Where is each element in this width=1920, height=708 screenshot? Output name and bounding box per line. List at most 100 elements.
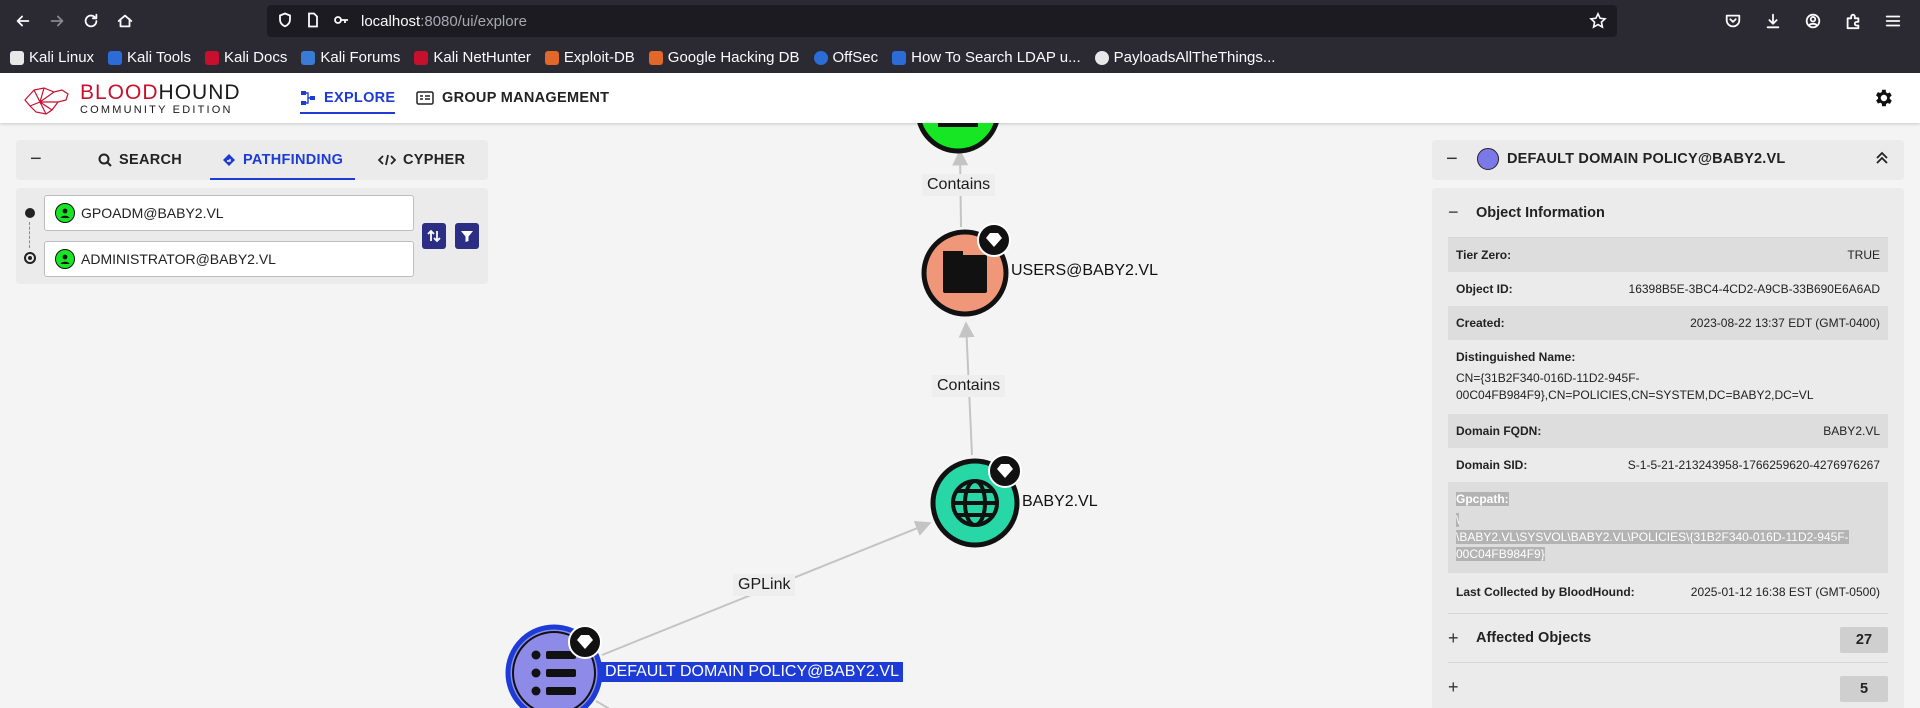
edge-filter-button[interactable] — [455, 223, 479, 249]
row-value-line: 00C04FB984F9} — [1456, 547, 1545, 561]
gpo-node[interactable] — [505, 624, 603, 708]
start-node-input[interactable]: GPOADM@BABY2.VL — [44, 195, 414, 231]
users-node[interactable] — [921, 223, 1011, 317]
tab-cypher-label: CYPHER — [403, 152, 466, 168]
row-key: Object ID: — [1456, 282, 1513, 296]
tab-search[interactable]: SEARCH — [98, 140, 182, 180]
edge-label-contains-top: Contains — [922, 174, 996, 196]
entity-panel: − DEFAULT DOMAIN POLICY@BABY2.VL − Objec… — [1432, 140, 1904, 708]
bookmark-label: OffSec — [832, 49, 879, 66]
expand-plus-icon: + — [1448, 627, 1459, 648]
tab-explore-label: EXPLORE — [324, 90, 396, 106]
tab-pathfinding[interactable]: PATHFINDING — [209, 140, 356, 180]
end-node-input[interactable]: ADMINISTRATOR@BABY2.VL — [44, 241, 414, 277]
key-icon — [333, 12, 351, 30]
gpo-list-icon — [1477, 148, 1499, 170]
bookmark-kali-nethunter[interactable]: Kali NetHunter — [414, 49, 531, 66]
download-icon[interactable] — [1756, 4, 1790, 38]
bookmark-exploit-db[interactable]: Exploit-DB — [544, 49, 635, 66]
bookmark-kali-docs[interactable]: Kali Docs — [204, 49, 287, 66]
row-domain-fqdn: Domain FQDN: BABY2.VL — [1448, 414, 1888, 448]
top-node[interactable] — [917, 123, 999, 154]
next-section-count: 5 — [1840, 676, 1888, 702]
bloodhound-logo[interactable]: BLOODHOUND COMMUNITY EDITION — [22, 79, 242, 119]
bookmark-ldap[interactable]: How To Search LDAP u... — [892, 49, 1081, 66]
kali-forums-icon — [301, 50, 316, 65]
filter-icon — [461, 231, 473, 242]
row-gpcpath: Gpcpath: \ \BABY2.VL\SYSVOL\BABY2.VL\POL… — [1448, 482, 1888, 573]
domain-node[interactable] — [930, 454, 1022, 548]
row-last-collected: Last Collected by BloodHound: 2025-01-12 … — [1448, 573, 1888, 613]
home-icon[interactable] — [108, 4, 142, 38]
kali-nethunter-icon — [414, 50, 429, 65]
search-panel-tabs: − SEARCH PATHFINDING CYPHER — [16, 140, 488, 180]
tab-group-management-label: GROUP MANAGEMENT — [442, 90, 610, 106]
code-icon — [378, 154, 396, 166]
account-icon[interactable] — [1796, 4, 1830, 38]
path-connector — [29, 222, 30, 248]
row-distinguished-name: Distinguished Name: CN={31B2F340-016D-11… — [1448, 340, 1888, 414]
tab-explore[interactable]: EXPLORE — [300, 73, 396, 123]
bookmark-label: Google Hacking DB — [667, 49, 800, 66]
edge-offscreen[interactable] — [595, 700, 620, 708]
kali-tools-icon — [108, 50, 123, 65]
search-panel: − SEARCH PATHFINDING CYPHER GPOADM@BABY2… — [16, 140, 488, 284]
reload-icon[interactable] — [74, 4, 108, 38]
affected-objects-count: 27 — [1840, 627, 1888, 653]
node-label-domain[interactable]: BABY2.VL — [1022, 493, 1098, 511]
affected-objects-header[interactable]: + Affected Objects 27 — [1448, 613, 1888, 663]
entity-panel-header: − DEFAULT DOMAIN POLICY@BABY2.VL — [1432, 140, 1904, 180]
logo-subtitle: COMMUNITY EDITION — [80, 104, 233, 116]
bookmark-label: PayloadsAllTheThings... — [1113, 49, 1276, 66]
exploit-db-icon — [544, 50, 559, 65]
next-section-header[interactable]: + 5 — [1448, 663, 1888, 708]
kali-linux-icon — [10, 50, 24, 65]
swap-nodes-button[interactable] — [422, 223, 446, 249]
pocket-icon[interactable] — [1716, 4, 1750, 38]
bookmark-google-hacking-db[interactable]: Google Hacking DB — [648, 49, 800, 66]
node-label-users[interactable]: USERS@BABY2.VL — [1011, 262, 1158, 280]
collapse-minus-icon[interactable]: − — [1446, 149, 1458, 169]
extensions-icon[interactable] — [1836, 4, 1870, 38]
page-icon — [305, 12, 323, 30]
hound-icon — [24, 87, 69, 115]
offsec-icon — [813, 50, 828, 65]
row-key: Gpcpath: — [1456, 492, 1509, 506]
row-key: Last Collected by BloodHound: — [1456, 585, 1635, 599]
explore-icon — [301, 91, 315, 105]
bookmark-kali-tools[interactable]: Kali Tools — [108, 49, 191, 66]
browser-right-icons — [1716, 0, 1910, 42]
row-value: \ \BABY2.VL\SYSVOL\BABY2.VL\POLICIES\{31… — [1456, 512, 1880, 563]
swap-arrows-icon — [427, 229, 441, 243]
shield-icon — [277, 12, 295, 30]
double-chevron-up-icon[interactable] — [1874, 150, 1890, 166]
url-bar[interactable]: localhost:8080/ui/explore — [267, 5, 1617, 37]
tab-cypher[interactable]: CYPHER — [378, 140, 465, 180]
bookmark-kali-linux[interactable]: Kali Linux — [10, 49, 94, 66]
forward-icon[interactable] — [40, 4, 74, 38]
row-value-line: \BABY2.VL\SYSVOL\BABY2.VL\POLICIES\{31B2… — [1456, 530, 1849, 544]
settings-gear-icon[interactable] — [1872, 87, 1894, 109]
ghdb-icon — [648, 50, 663, 65]
start-node-dot-icon — [25, 208, 35, 218]
menu-icon[interactable] — [1876, 4, 1910, 38]
bookmark-label: Exploit-DB — [563, 49, 635, 66]
tab-group-management[interactable]: GROUP MANAGEMENT — [416, 73, 609, 123]
row-tier-zero: Tier Zero: TRUE — [1448, 238, 1888, 272]
row-value-line: CN={31B2F340-016D-11D2-945F- — [1456, 371, 1640, 385]
expand-plus-icon: + — [1448, 677, 1459, 697]
bookmark-star-icon[interactable] — [1589, 11, 1607, 34]
object-information-header[interactable]: − Object Information — [1448, 188, 1888, 238]
logo-text-b: HOUND — [158, 81, 241, 104]
row-object-id: Object ID: 16398B5E-3BC4-4CD2-A9CB-33B690… — [1448, 272, 1888, 306]
bookmark-payloads[interactable]: PayloadsAllTheThings... — [1094, 49, 1276, 66]
bookmark-offsec[interactable]: OffSec — [813, 49, 879, 66]
bookmark-kali-forums[interactable]: Kali Forums — [301, 49, 400, 66]
collapse-minus-icon[interactable]: − — [30, 149, 42, 169]
node-label-gpo[interactable]: DEFAULT DOMAIN POLICY@BABY2.VL — [601, 662, 903, 682]
row-value: BABY2.VL — [1823, 424, 1880, 438]
entity-title: DEFAULT DOMAIN POLICY@BABY2.VL — [1507, 151, 1786, 167]
back-icon[interactable] — [6, 4, 40, 38]
url-path: :8080/ui/explore — [420, 12, 527, 30]
ldap-icon — [892, 50, 907, 65]
